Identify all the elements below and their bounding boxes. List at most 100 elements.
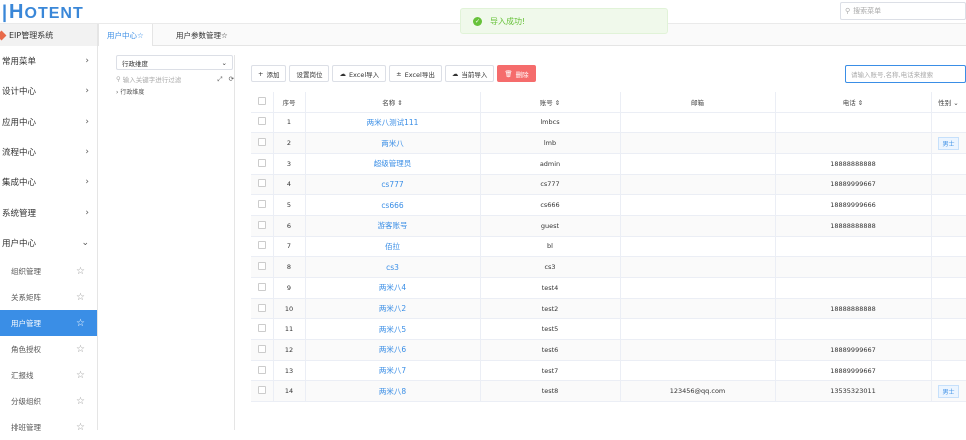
table-row[interactable]: 7 佰拉 bl bbox=[251, 236, 966, 258]
tree-search-input[interactable]: ⚲ 输入关键字进行过滤 bbox=[116, 73, 211, 85]
star-icon[interactable]: ☆ bbox=[76, 422, 85, 433]
delete-button[interactable]: 🗑 删除 bbox=[497, 65, 536, 82]
collapse-icon[interactable]: ⤢ bbox=[217, 75, 222, 84]
star-icon[interactable]: ☆ bbox=[76, 344, 85, 355]
table-row[interactable]: 4 cs777 cs777 18889999667 bbox=[251, 174, 966, 196]
success-toast: ✓ 导入成功! bbox=[460, 8, 668, 34]
col-account[interactable]: 账号 ⇕ bbox=[480, 92, 621, 113]
row-name-link[interactable]: 两米八8 bbox=[305, 380, 481, 403]
table-header-row: 序号 名称 ⇕ 账号 ⇕ 邮箱 电话 ⇕ 性别 ⌄ bbox=[251, 92, 966, 113]
col-phone[interactable]: 电话 ⇕ bbox=[775, 92, 932, 113]
col-name[interactable]: 名称 ⇕ bbox=[305, 92, 481, 113]
system-title[interactable]: EIP管理系统 bbox=[0, 24, 97, 46]
tree-node-root[interactable]: › 行政维度 bbox=[116, 87, 234, 96]
user-search-input[interactable]: 请输入账号,名称,电话来搜索 bbox=[845, 65, 966, 83]
row-name-link[interactable]: 两米八5 bbox=[305, 318, 481, 341]
row-name-link[interactable]: 超级管理员 bbox=[305, 153, 481, 175]
row-email bbox=[620, 277, 776, 299]
row-phone: 18889999667 bbox=[775, 174, 932, 196]
sidebar-item-common[interactable]: 常用菜单 › bbox=[0, 46, 97, 76]
excel-import-button[interactable]: ☁ Excel导入 bbox=[332, 65, 387, 82]
row-index: 2 bbox=[273, 132, 306, 154]
row-checkbox[interactable] bbox=[251, 194, 274, 216]
row-name-link[interactable]: 游客账号 bbox=[305, 215, 481, 237]
set-post-button[interactable]: 设置岗位 bbox=[289, 65, 330, 82]
row-name-link[interactable]: 两米八4 bbox=[305, 277, 481, 299]
row-checkbox[interactable] bbox=[251, 174, 274, 196]
tab-user-center[interactable]: 用户中心☆ bbox=[98, 24, 153, 46]
row-name-link[interactable]: cs777 bbox=[305, 174, 481, 196]
sidebar-sub-report-line[interactable]: 汇报线 ☆ bbox=[0, 362, 97, 388]
star-icon[interactable]: ☆ bbox=[76, 292, 85, 303]
sidebar-sub-matrix[interactable]: 关系矩阵 ☆ bbox=[0, 284, 97, 310]
row-checkbox[interactable] bbox=[251, 380, 274, 403]
menu-search-input[interactable]: ⚲ 搜索菜单 bbox=[840, 2, 966, 20]
row-checkbox[interactable] bbox=[251, 112, 274, 134]
row-gender bbox=[931, 360, 966, 382]
row-email bbox=[620, 256, 776, 278]
star-icon[interactable]: ☆ bbox=[76, 396, 85, 407]
row-name-link[interactable]: 两米八6 bbox=[305, 339, 481, 361]
sidebar-sub-roles[interactable]: 角色授权 ☆ bbox=[0, 336, 97, 362]
sidebar-item-flow[interactable]: 流程中心 › bbox=[0, 137, 97, 167]
select-all-checkbox[interactable] bbox=[251, 92, 274, 113]
add-button[interactable]: + 添加 bbox=[251, 65, 287, 82]
tab-user-params[interactable]: 用户参数管理☆ bbox=[168, 24, 236, 46]
sidebar-item-app[interactable]: 应用中心 › bbox=[0, 107, 97, 137]
row-checkbox[interactable] bbox=[251, 277, 274, 299]
table-row[interactable]: 10 两米八2 test2 18888888888 bbox=[251, 298, 966, 320]
row-name-link[interactable]: 两米八测试111 bbox=[305, 112, 481, 134]
table-row[interactable]: 9 两米八4 test4 bbox=[251, 277, 966, 299]
table-row[interactable]: 3 超级管理员 admin 18888888888 bbox=[251, 153, 966, 175]
sidebar-item-user-center[interactable]: 用户中心 ⌄ bbox=[0, 228, 97, 258]
sidebar-sub-users[interactable]: 用户管理 ☆ bbox=[0, 310, 97, 337]
table-row[interactable]: 12 两米八6 test6 18889999667 bbox=[251, 339, 966, 361]
row-name-link[interactable]: 两米八 bbox=[305, 132, 481, 154]
col-email: 邮箱 bbox=[620, 92, 776, 113]
sidebar-item-design[interactable]: 设计中心 › bbox=[0, 76, 97, 106]
sidebar-item-system[interactable]: 系统管理 › bbox=[0, 197, 97, 227]
row-account: test6 bbox=[480, 339, 621, 361]
sidebar-sub-graded-org[interactable]: 分级组织 ☆ bbox=[0, 388, 97, 414]
sidebar-sub-org[interactable]: 组织管理 ☆ bbox=[0, 258, 97, 284]
table-row[interactable]: 13 两米八7 test7 18889999667 bbox=[251, 360, 966, 382]
sidebar-item-integration[interactable]: 集成中心 › bbox=[0, 167, 97, 197]
chevron-right-icon: › bbox=[85, 56, 89, 67]
row-checkbox[interactable] bbox=[251, 256, 274, 278]
table-row[interactable]: 14 两米八8 test8 123456@qq.com 13535323011 男士 bbox=[251, 380, 966, 403]
star-icon[interactable]: ☆ bbox=[76, 370, 85, 381]
row-checkbox[interactable] bbox=[251, 153, 274, 175]
row-checkbox[interactable] bbox=[251, 298, 274, 320]
row-name-link[interactable]: 两米八2 bbox=[305, 298, 481, 320]
row-checkbox[interactable] bbox=[251, 215, 274, 237]
sidebar-sub-schedule[interactable]: 排班管理 ☆ bbox=[0, 414, 97, 440]
row-checkbox[interactable] bbox=[251, 236, 274, 258]
row-account: test2 bbox=[480, 298, 621, 320]
row-checkbox[interactable] bbox=[251, 360, 274, 382]
row-checkbox[interactable] bbox=[251, 339, 274, 361]
excel-export-button[interactable]: ± Excel导出 bbox=[389, 65, 442, 82]
row-name-link[interactable]: cs3 bbox=[305, 256, 481, 278]
col-gender[interactable]: 性别 ⌄ bbox=[931, 92, 966, 113]
dimension-select[interactable]: 行政维度 ⌄ bbox=[116, 55, 233, 70]
row-phone: 13535323011 bbox=[775, 380, 932, 403]
row-name-link[interactable]: 佰拉 bbox=[305, 236, 481, 258]
star-icon[interactable]: ☆ bbox=[76, 266, 85, 277]
table-row[interactable]: 8 cs3 cs3 bbox=[251, 256, 966, 278]
table-row[interactable]: 2 两米八 lmb 男士 bbox=[251, 132, 966, 154]
row-phone bbox=[775, 132, 932, 154]
tree-search: ⚲ 输入关键字进行过滤 ⤢ ⟳ bbox=[116, 73, 234, 85]
row-checkbox[interactable] bbox=[251, 318, 274, 341]
star-icon[interactable]: ☆ bbox=[76, 318, 85, 329]
row-name-link[interactable]: cs666 bbox=[305, 194, 481, 216]
refresh-icon[interactable]: ⟳ bbox=[229, 75, 234, 83]
row-name-link[interactable]: 两米八7 bbox=[305, 360, 481, 382]
table-row[interactable]: 6 游客账号 guest 18888888888 bbox=[251, 215, 966, 237]
row-email bbox=[620, 153, 776, 175]
table-row[interactable]: 5 cs666 cs666 18889999666 bbox=[251, 194, 966, 216]
table-row[interactable]: 1 两米八测试111 lmbcs bbox=[251, 112, 966, 134]
row-account: test7 bbox=[480, 360, 621, 382]
table-row[interactable]: 11 两米八5 test5 bbox=[251, 318, 966, 341]
sync-import-button[interactable]: ☁ 当前导入 bbox=[444, 65, 495, 82]
row-checkbox[interactable] bbox=[251, 132, 274, 154]
